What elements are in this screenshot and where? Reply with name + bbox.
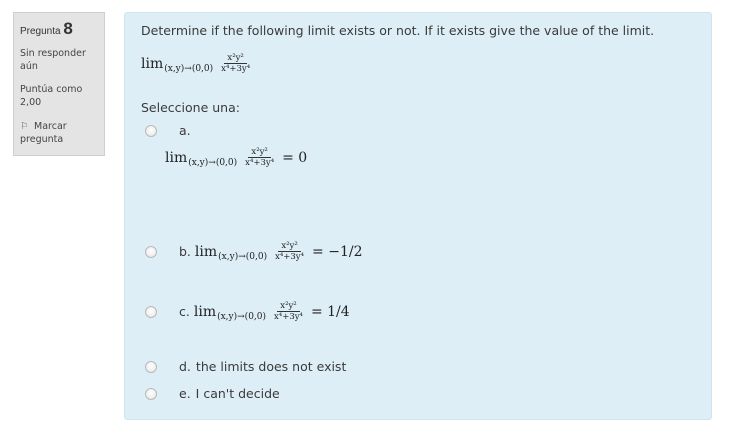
denominator: x⁴+3y⁴ [275, 252, 305, 262]
radio-option-a[interactable] [145, 124, 157, 137]
fraction: x²y² x⁴+3y⁴ [243, 147, 276, 168]
option-e[interactable]: e. I can't decide [145, 386, 280, 401]
option-c-value: = 1/4 [310, 303, 350, 320]
lim-subscript: (x,y)→(0,0) [218, 251, 268, 262]
lim-symbol: lim [194, 243, 218, 260]
option-b[interactable]: b. lim (x,y)→(0,0) x²y² x⁴+3y⁴ = −1/2 [145, 241, 362, 262]
numerator: x²y² [224, 53, 247, 64]
lim-subscript: (x,y)→(0,0) [188, 157, 238, 168]
radio-option-b[interactable] [145, 245, 157, 258]
numerator: x²y² [278, 241, 301, 252]
option-letter: c. [179, 304, 190, 319]
option-letter: b. [179, 244, 191, 259]
lim-symbol: lim [165, 149, 188, 166]
question-number-value: 8 [63, 19, 73, 38]
option-c[interactable]: c. lim (x,y)→(0,0) x²y² x⁴+3y⁴ = 1/4 [145, 301, 350, 322]
denominator: x⁴+3y⁴ [221, 64, 251, 74]
fraction: x²y² x⁴+3y⁴ [272, 301, 305, 322]
option-a-formula: lim (x,y)→(0,0) x²y² x⁴+3y⁴ = 0 [165, 147, 307, 168]
denominator: x⁴+3y⁴ [245, 158, 275, 168]
flag-icon: ⚐ [20, 121, 29, 132]
option-c-formula: lim (x,y)→(0,0) x²y² x⁴+3y⁴ = 1/4 [194, 301, 350, 322]
option-a[interactable]: a. [145, 123, 191, 138]
lim-subscript: (x,y)→(0,0) [217, 311, 267, 322]
flag-question-link[interactable]: ⚐ Marcar pregunta [20, 120, 98, 146]
radio-option-d[interactable] [145, 360, 157, 373]
option-letter: d. [179, 359, 191, 374]
option-d-text: the limits does not exist [195, 359, 347, 374]
question-grade: Puntúa como 2,00 [20, 84, 83, 108]
option-d[interactable]: d. the limits does not exist [145, 359, 346, 374]
lim-symbol: lim [141, 55, 164, 72]
lim-subscript: (x,y)→(0,0) [164, 63, 214, 74]
numerator: x²y² [277, 301, 300, 312]
option-b-formula: lim (x,y)→(0,0) x²y² x⁴+3y⁴ = −1/2 [195, 241, 363, 262]
radio-option-e[interactable] [145, 387, 157, 400]
question-content: Determine if the following limit exists … [124, 12, 712, 420]
radio-option-c[interactable] [145, 305, 157, 318]
denominator: x⁴+3y⁴ [274, 312, 303, 322]
option-b-value: = −1/2 [312, 243, 363, 260]
lim-symbol: lim [193, 303, 217, 320]
question-text: Determine if the following limit exists … [141, 23, 655, 38]
option-e-text: I can't decide [195, 386, 280, 401]
question-state: Sin responder aún [20, 48, 86, 72]
fraction: x²y² x⁴+3y⁴ [273, 241, 306, 262]
numerator: x²y² [248, 147, 271, 158]
select-prompt: Seleccione una: [141, 100, 240, 115]
fraction: x²y² x⁴+3y⁴ [219, 53, 252, 74]
option-a-value: = 0 [282, 149, 308, 166]
question-info-panel: Pregunta 8 Sin responder aún Puntúa como… [13, 12, 105, 156]
option-letter: e. [179, 386, 191, 401]
option-letter: a. [179, 123, 191, 138]
question-formula: lim (x,y)→(0,0) x²y² x⁴+3y⁴ [141, 53, 252, 74]
question-number: Pregunta 8 [20, 19, 98, 39]
question-label: Pregunta [20, 26, 61, 37]
